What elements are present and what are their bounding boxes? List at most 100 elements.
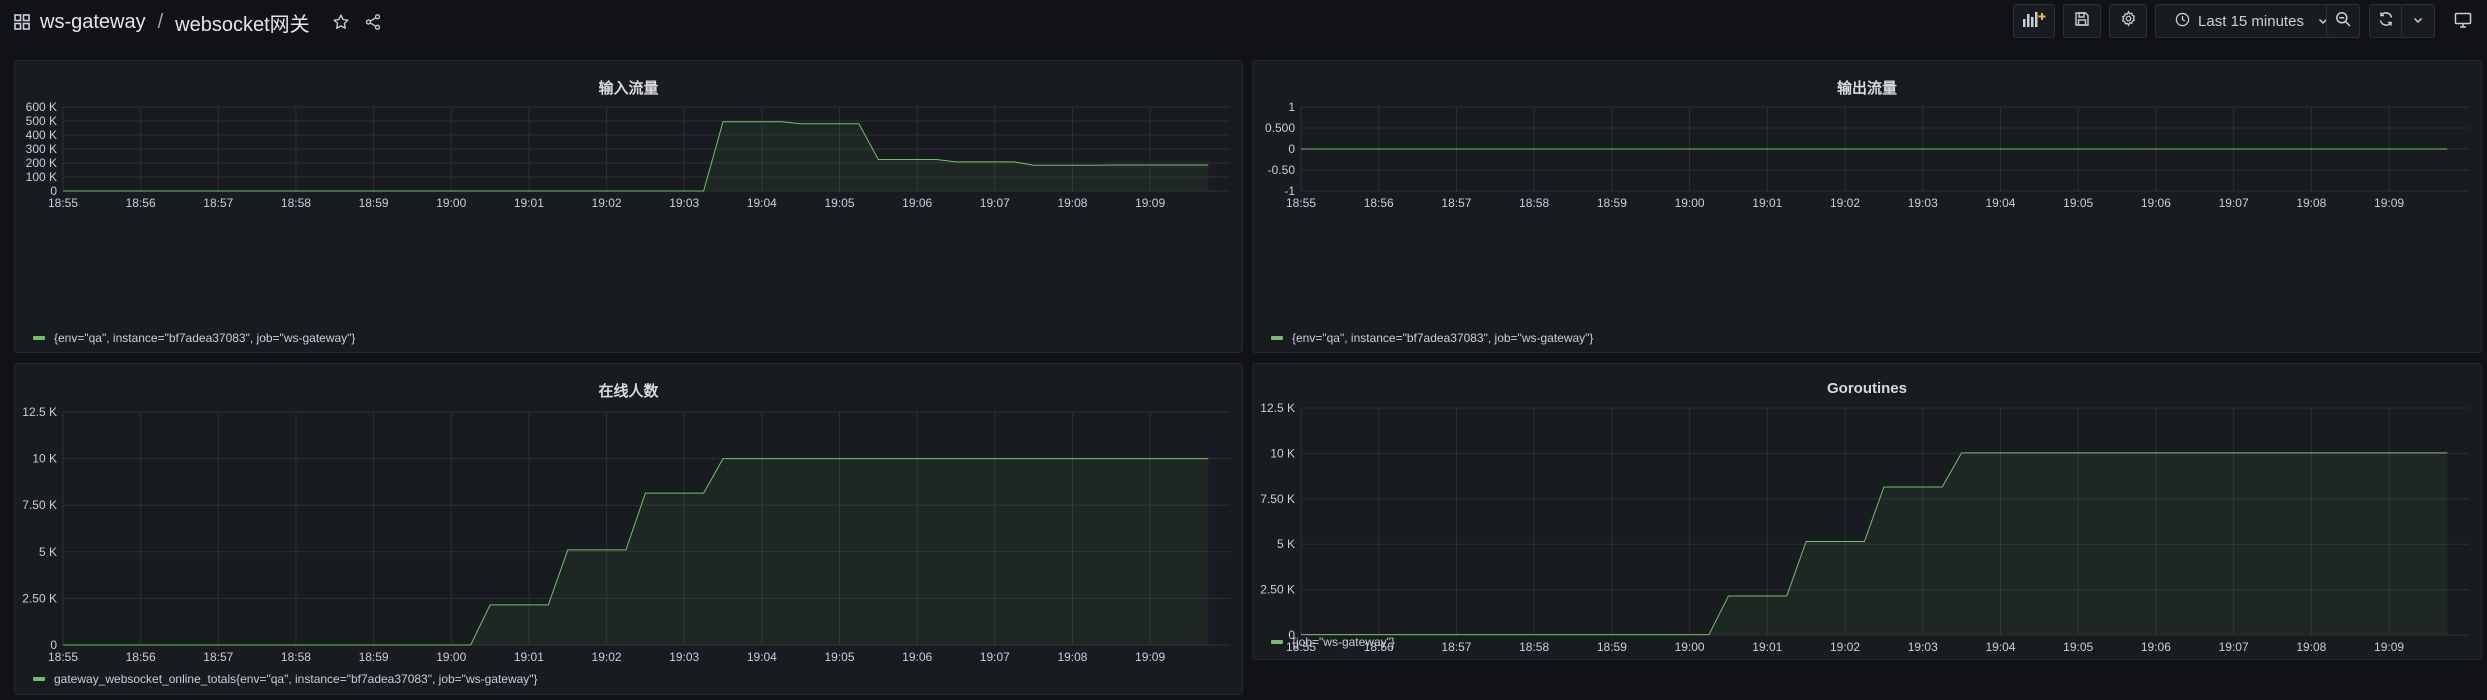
- x-tick-label: 19:06: [902, 196, 932, 210]
- x-tick-label: 19:03: [1908, 196, 1938, 210]
- x-tick-label: 19:01: [1752, 196, 1782, 210]
- x-tick-label: 19:01: [514, 650, 544, 664]
- x-tick-label: 19:03: [1908, 640, 1938, 654]
- x-tick-label: 19:08: [2296, 196, 2326, 210]
- legend-item[interactable]: {env="qa", instance="bf7adea37083", job=…: [1271, 331, 1593, 345]
- x-tick-label: 18:55: [48, 650, 78, 664]
- x-tick-label: 19:05: [2063, 640, 2093, 654]
- monitor-icon: [2454, 12, 2472, 33]
- dashboard-settings-button[interactable]: [2109, 4, 2147, 38]
- y-tick-label: 600 K: [26, 100, 57, 114]
- y-tick-label: 7.50 K: [22, 498, 57, 512]
- legend-item[interactable]: {env="qa", instance="bf7adea37083", job=…: [33, 331, 355, 345]
- x-tick-label: 19:06: [902, 650, 932, 664]
- y-tick-label: 100 K: [26, 170, 57, 184]
- legend-label: {env="qa", instance="bf7adea37083", job=…: [54, 331, 356, 345]
- y-tick-label: 5 K: [39, 545, 57, 559]
- x-tick-label: 19:01: [514, 196, 544, 210]
- x-tick-label: 19:07: [2219, 196, 2249, 210]
- refresh-button[interactable]: [2369, 4, 2403, 38]
- y-tick-label: 12.5 K: [1260, 401, 1295, 415]
- x-tick-label: 19:03: [669, 650, 699, 664]
- share-icon[interactable]: [364, 13, 382, 31]
- x-tick-label: 18:57: [203, 196, 233, 210]
- x-tick-label: 19:06: [2141, 640, 2171, 654]
- y-tick-label: 10 K: [32, 452, 57, 466]
- top-nav-bar: ws-gateway / websocket网关 Last 15 minutes: [0, 0, 2487, 44]
- x-tick-label: 18:57: [1441, 196, 1471, 210]
- save-dashboard-button[interactable]: [2063, 4, 2101, 38]
- legend-label: gateway_websocket_online_totals{env="qa"…: [54, 672, 538, 686]
- y-tick-label: 7.50 K: [1260, 492, 1295, 506]
- star-icon[interactable]: [332, 13, 350, 31]
- dashboards-grid-icon[interactable]: [14, 14, 30, 30]
- x-tick-label: 18:56: [126, 650, 156, 664]
- breadcrumb-separator: /: [157, 10, 164, 33]
- x-tick-label: 18:55: [1286, 196, 1316, 210]
- x-tick-label: 19:04: [1985, 640, 2015, 654]
- x-tick-label: 18:59: [359, 650, 389, 664]
- y-tick-label: 12.5 K: [22, 405, 57, 419]
- x-tick-label: 19:09: [2374, 640, 2404, 654]
- x-tick-label: 18:57: [1441, 640, 1471, 654]
- legend-label: {job="ws-gateway"}: [1292, 635, 1395, 649]
- x-tick-label: 19:06: [2141, 196, 2171, 210]
- x-tick-label: 19:03: [669, 196, 699, 210]
- refresh-icon: [2378, 11, 2394, 32]
- y-tick-label: 0: [1288, 142, 1295, 156]
- clock-icon: [2175, 12, 2190, 31]
- x-tick-label: 18:58: [281, 196, 311, 210]
- add-panel-icon: [2022, 10, 2046, 33]
- x-tick-label: 19:07: [980, 650, 1010, 664]
- x-tick-label: 19:04: [747, 196, 777, 210]
- y-tick-label: 400 K: [26, 128, 57, 142]
- x-tick-label: 18:59: [1597, 196, 1627, 210]
- legend-label: {env="qa", instance="bf7adea37083", job=…: [1292, 331, 1594, 345]
- y-tick-label: 300 K: [26, 142, 57, 156]
- x-tick-label: 19:02: [1830, 196, 1860, 210]
- legend-item[interactable]: {job="ws-gateway"}: [1271, 635, 1395, 649]
- x-tick-label: 19:00: [1675, 196, 1705, 210]
- y-tick-label: 500 K: [26, 114, 57, 128]
- x-tick-label: 19:05: [824, 196, 854, 210]
- x-tick-label: 19:08: [1057, 196, 1087, 210]
- x-tick-label: 19:09: [1135, 650, 1165, 664]
- y-tick-label: 2.50 K: [1260, 583, 1295, 597]
- x-tick-label: 18:58: [281, 650, 311, 664]
- chevron-down-icon: [2413, 12, 2423, 30]
- time-range-picker[interactable]: Last 15 minutes: [2155, 4, 2348, 38]
- legend-color-swatch: [1271, 640, 1283, 644]
- dashboard-title[interactable]: websocket网关: [175, 8, 310, 37]
- series-area-fill: [63, 121, 1209, 191]
- x-tick-label: 19:00: [436, 196, 466, 210]
- legend-item[interactable]: gateway_websocket_online_totals{env="qa"…: [33, 672, 538, 686]
- time-range-label: Last 15 minutes: [2198, 12, 2304, 30]
- x-tick-label: 18:56: [1364, 196, 1394, 210]
- x-tick-label: 19:09: [1135, 196, 1165, 210]
- x-tick-label: 18:57: [203, 650, 233, 664]
- legend-color-swatch: [33, 677, 45, 681]
- x-tick-label: 18:59: [359, 196, 389, 210]
- panel-goroutines: Goroutines 0 2.50 K5 K 7.50 K 10 K 12.5 K 18:…: [1252, 363, 2482, 660]
- x-tick-label: 19:08: [1057, 650, 1087, 664]
- tv-mode-button[interactable]: [2449, 8, 2477, 36]
- input-traffic-chart: 0100 K200 K300 K400 K500 K600 K18:55 18:5…: [26, 100, 1230, 210]
- x-tick-label: 18:58: [1519, 640, 1549, 654]
- x-tick-label: 19:00: [1675, 640, 1705, 654]
- x-tick-label: 19:01: [1752, 640, 1782, 654]
- x-tick-label: 19:05: [2063, 196, 2093, 210]
- save-icon: [2074, 11, 2090, 32]
- panel-online-users: 在线人数 0 2.50 K5 K 7.50 K 10 K 12.5 K 18:55 18:5…: [14, 363, 1243, 695]
- legend-color-swatch: [1271, 336, 1283, 340]
- legend-color-swatch: [33, 336, 45, 340]
- add-panel-button[interactable]: [2013, 4, 2055, 38]
- zoom-out-button[interactable]: [2326, 4, 2360, 38]
- output-traffic-chart: -1-0.5000.500118:55 18:56 18:57 18:58 18:59 1…: [1265, 100, 2469, 210]
- breadcrumb-folder[interactable]: ws-gateway: [40, 11, 146, 34]
- y-tick-label: 200 K: [26, 156, 57, 170]
- x-tick-label: 19:08: [2296, 640, 2326, 654]
- refresh-interval-dropdown[interactable]: [2401, 4, 2435, 38]
- x-tick-label: 19:02: [592, 196, 622, 210]
- zoom-out-icon: [2335, 11, 2351, 32]
- x-tick-label: 19:00: [436, 650, 466, 664]
